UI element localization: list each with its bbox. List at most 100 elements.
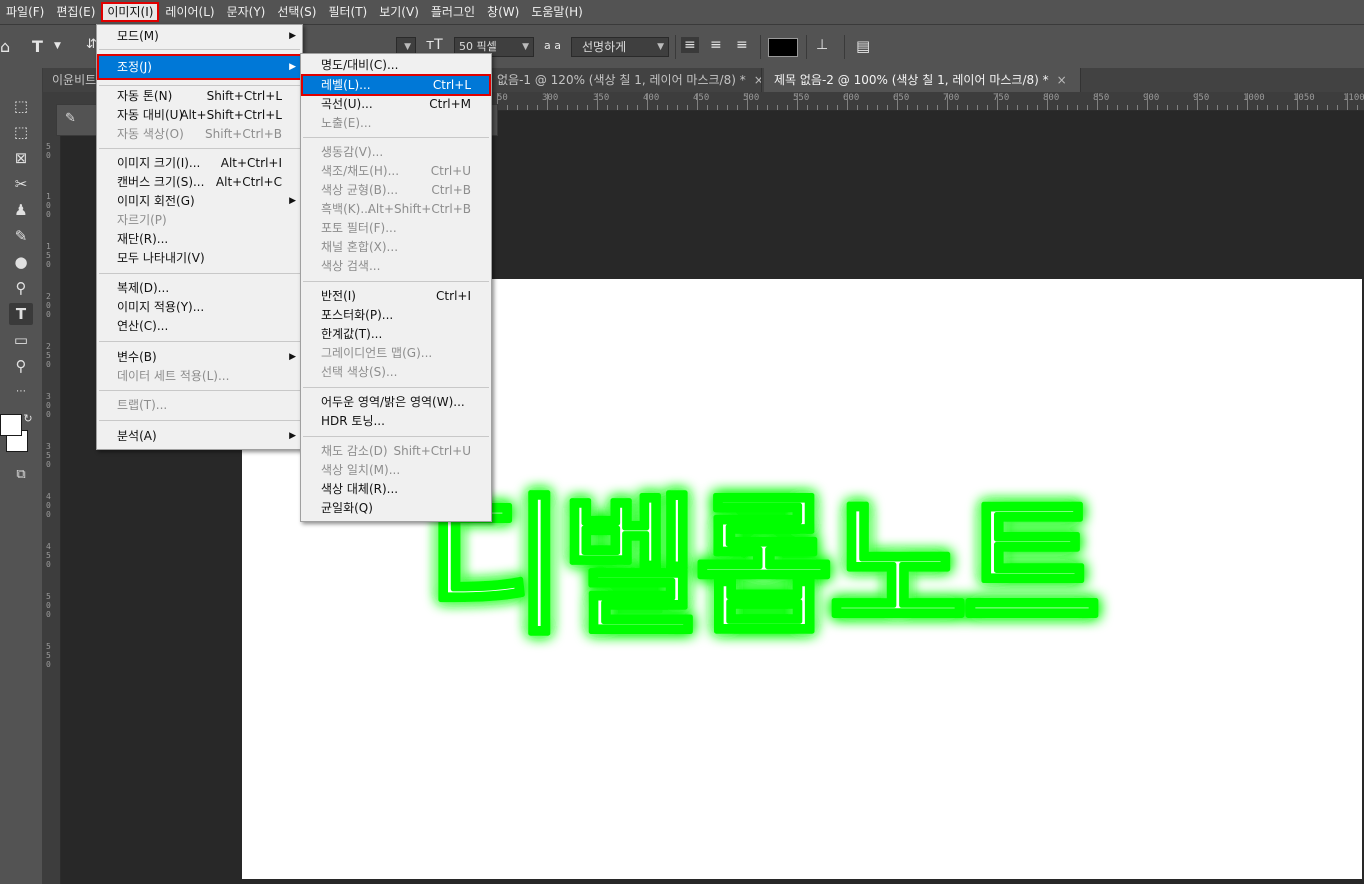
menu-view[interactable]: 보기(V) <box>373 0 425 24</box>
menu-item-variables[interactable]: 변수(B) ▶ <box>97 348 302 367</box>
align-right-icon[interactable]: ≡ <box>736 37 748 53</box>
menu-item-label: 생동감(V)... <box>321 145 384 159</box>
menu-item-threshold[interactable]: 한계값(T)... <box>301 325 491 344</box>
ruler-tick <box>1297 93 1298 110</box>
divider <box>844 35 845 59</box>
tab-document-2[interactable]: 없음-1 @ 120% (색상 칠 1, 레이어 마스크/8) * × <box>497 68 762 92</box>
ruler-tick <box>657 105 658 110</box>
menu-item-reveal-all[interactable]: 모두 나타내기(V) <box>97 249 302 268</box>
menu-item-curves[interactable]: 곡선(U)... Ctrl+M <box>301 95 491 114</box>
ruler-tick <box>1127 105 1128 110</box>
menu-item-auto-tone[interactable]: 자동 톤(N) Shift+Ctrl+L <box>97 87 302 106</box>
menu-window[interactable]: 창(W) <box>481 0 525 24</box>
menu-item-desaturate[interactable]: 채도 감소(D) Shift+Ctrl+U <box>301 442 491 461</box>
menu-item-trap[interactable]: 트랩(T)... <box>97 396 302 415</box>
menu-filter[interactable]: 필터(T) <box>322 0 373 24</box>
menu-item-match-color[interactable]: 색상 일치(M)... <box>301 461 491 480</box>
menu-item-invert[interactable]: 반전(I) Ctrl+I <box>301 287 491 306</box>
menu-item-duplicate[interactable]: 복제(D)... <box>97 279 302 298</box>
rectangle-tool-icon[interactable]: ▭ <box>9 329 33 351</box>
menu-item-selective-color[interactable]: 선택 색상(S)... <box>301 363 491 382</box>
close-icon[interactable]: × <box>1057 73 1067 87</box>
more-tools-icon[interactable]: ⋯ <box>9 381 33 403</box>
menu-item-gradient-map[interactable]: 그레이디언트 맵(G)... <box>301 344 491 363</box>
quick-mask-icon[interactable]: ⧉ <box>9 464 33 486</box>
ruler-tick <box>807 105 808 110</box>
ruler-tick <box>987 105 988 110</box>
antialias-select[interactable]: 선명하게 ▼ <box>571 37 669 57</box>
menu-item-analysis[interactable]: 분석(A) ▶ <box>97 427 302 446</box>
menu-item-photo-filter[interactable]: 포토 필터(F)... <box>301 219 491 238</box>
menu-item-canvas-size[interactable]: 캔버스 크기(S)... Alt+Ctrl+C <box>97 173 302 192</box>
menu-file[interactable]: 파일(F) <box>0 0 50 24</box>
chevron-down-icon[interactable]: ▼ <box>54 41 61 51</box>
menu-item-vibrance[interactable]: 생동감(V)... <box>301 143 491 162</box>
menu-item-crop[interactable]: 자르기(P) <box>97 211 302 230</box>
blur-tool-icon[interactable]: ● <box>9 251 33 273</box>
object-select-tool-icon[interactable]: ⬚ <box>9 121 33 143</box>
menu-item-black-white[interactable]: 흑백(K)... Alt+Shift+Ctrl+B <box>301 200 491 219</box>
stamp-tool-icon[interactable]: ♟ <box>9 199 33 221</box>
ruler-label: 500 <box>743 93 760 103</box>
ruler-tick <box>507 105 508 110</box>
menu-item-hdr-toning[interactable]: HDR 토닝... <box>301 412 491 431</box>
menu-item-equalize[interactable]: 균일화(Q) <box>301 499 491 518</box>
marquee-tool-icon[interactable]: ⬚ <box>9 95 33 117</box>
menu-item-calculations[interactable]: 연산(C)... <box>97 317 302 336</box>
menu-item-image-size[interactable]: 이미지 크기(I)... Alt+Ctrl+I <box>97 154 302 173</box>
menu-item-levels[interactable]: 레벨(L)... Ctrl+L <box>301 74 491 96</box>
menu-item-apply-image[interactable]: 이미지 적용(Y)... <box>97 298 302 317</box>
menu-item-mode[interactable]: 모드(M) ▶ <box>97 27 302 46</box>
menu-bar: 파일(F) 편집(E) 이미지(I) 레이어(L) 문자(Y) 선택(S) 필터… <box>0 0 1364 24</box>
menu-item-color-lookup[interactable]: 색상 검색... <box>301 257 491 276</box>
menu-item-auto-contrast[interactable]: 자동 대비(U) Alt+Shift+Ctrl+L <box>97 106 302 125</box>
align-left-icon[interactable]: ≡ <box>681 37 699 53</box>
frame-tool-icon[interactable]: ⊠ <box>9 147 33 169</box>
align-center-icon[interactable]: ≡ <box>710 37 722 53</box>
ruler-tick <box>1027 105 1028 110</box>
warp-text-icon[interactable]: ⊥ <box>816 37 828 53</box>
ruler-tick <box>547 93 548 110</box>
close-icon[interactable]: × <box>754 73 761 87</box>
menu-help[interactable]: 도움말(H) <box>525 0 589 24</box>
menu-select[interactable]: 선택(S) <box>271 0 322 24</box>
menu-separator <box>99 420 300 421</box>
menu-separator <box>99 49 300 50</box>
menu-item-adjustments[interactable]: 조정(J) ▶ <box>97 54 302 80</box>
ruler-tick <box>967 105 968 110</box>
text-color-swatch[interactable] <box>768 38 798 57</box>
submenu-arrow-icon: ▶ <box>289 196 296 206</box>
eyedropper-tool-icon[interactable]: ✂ <box>9 173 33 195</box>
type-tool-icon[interactable]: T <box>9 303 33 325</box>
menu-type[interactable]: 문자(Y) <box>221 0 272 24</box>
menu-item-posterize[interactable]: 포스터화(P)... <box>301 306 491 325</box>
menu-image[interactable]: 이미지(I) <box>101 2 160 22</box>
dodge-tool-icon[interactable]: ⚲ <box>9 277 33 299</box>
character-panel-icon[interactable]: ▤ <box>856 37 870 55</box>
menu-plugins[interactable]: 플러그인 <box>425 0 481 24</box>
zoom-tool-icon[interactable]: ⚲ <box>9 355 33 377</box>
history-brush-icon[interactable]: ✎ <box>9 225 33 247</box>
divider <box>760 35 761 59</box>
menu-item-exposure[interactable]: 노출(E)... <box>301 114 491 133</box>
menu-item-color-balance[interactable]: 색상 균형(B)... Ctrl+B <box>301 181 491 200</box>
type-tool-preset-icon[interactable]: T <box>32 37 43 56</box>
ruler-tick <box>937 105 938 110</box>
menu-item-channel-mixer[interactable]: 채널 혼합(X)... <box>301 238 491 257</box>
menu-layer[interactable]: 레이어(L) <box>159 0 220 24</box>
menu-item-replace-color[interactable]: 색상 대체(R)... <box>301 480 491 499</box>
menu-item-apply-data-set[interactable]: 데이터 세트 적용(L)... <box>97 367 302 386</box>
menu-item-label: 곡선(U)... <box>321 97 373 111</box>
menu-item-trim[interactable]: 재단(R)... <box>97 230 302 249</box>
menu-edit[interactable]: 편집(E) <box>50 0 101 24</box>
menu-item-hue-saturation[interactable]: 색조/채도(H)... Ctrl+U <box>301 162 491 181</box>
tab-document-3[interactable]: 제목 없음-2 @ 100% (색상 칠 1, 레이어 마스크/8) * × <box>764 68 1081 92</box>
ruler-label: 550 <box>793 93 810 103</box>
menu-item-auto-color[interactable]: 자동 색상(O) Shift+Ctrl+B <box>97 125 302 144</box>
home-icon[interactable]: ⌂ <box>0 37 10 56</box>
menu-item-shadows-highlights[interactable]: 어두운 영역/밝은 영역(W)... <box>301 393 491 412</box>
menu-item-image-rotation[interactable]: 이미지 회전(G) ▶ <box>97 192 302 211</box>
menu-item-brightness-contrast[interactable]: 명도/대비(C)... <box>301 56 491 75</box>
ruler-tick <box>1087 105 1088 110</box>
swap-colors-icon[interactable]: ↻ <box>16 408 40 430</box>
